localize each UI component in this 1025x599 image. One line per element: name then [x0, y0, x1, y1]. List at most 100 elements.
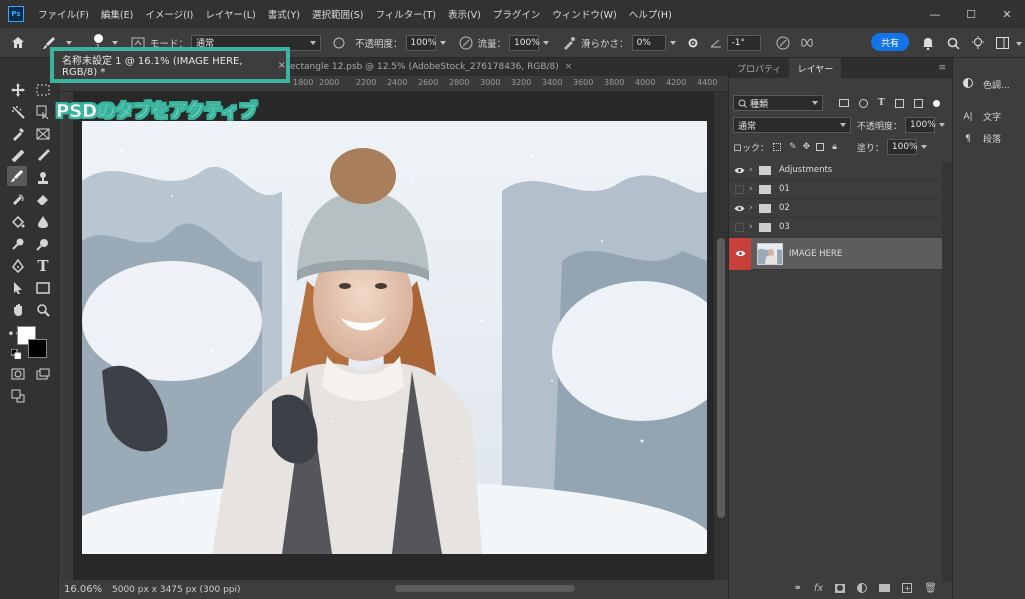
side-item-adjustments[interactable]: 色調... — [961, 78, 1010, 91]
lock-position-icon[interactable]: ✥ — [803, 142, 811, 152]
vertical-scroll-thumb[interactable] — [717, 238, 725, 518]
workspace-layout-icon[interactable] — [995, 36, 1009, 50]
side-item-character[interactable]: A| 文字 — [961, 110, 1001, 124]
pen-tool-icon[interactable] — [8, 256, 28, 276]
brush-size-caret[interactable] — [112, 40, 118, 45]
filter-toggle-icon[interactable] — [932, 99, 940, 107]
brush-tool-icon[interactable] — [7, 166, 27, 186]
panel-menu-icon[interactable]: ≡ — [938, 63, 946, 73]
menu-view[interactable]: 表示(V) — [442, 7, 487, 21]
quick-mask-icon[interactable] — [8, 364, 28, 384]
menu-filter[interactable]: フィルター(T) — [369, 7, 442, 21]
flow-caret[interactable] — [543, 40, 550, 45]
menu-window[interactable]: ウィンドウ(W) — [546, 7, 622, 21]
maximize-button[interactable]: ☐ — [953, 0, 989, 28]
airbrush-icon[interactable] — [557, 36, 581, 50]
hand-tool-icon[interactable] — [8, 300, 28, 320]
menu-image[interactable]: イメージ(I) — [139, 7, 199, 21]
filter-pixel-icon[interactable] — [839, 99, 849, 107]
minimize-button[interactable]: — — [917, 0, 953, 28]
zoom-level[interactable]: 16.06% — [64, 584, 112, 595]
group-expand-chevron-icon[interactable]: › — [749, 222, 759, 232]
menu-plugins[interactable]: プラグイン — [487, 7, 547, 21]
symmetry-butterfly-icon[interactable] — [795, 37, 819, 49]
adjustment-icon[interactable] — [857, 583, 868, 593]
filter-smart-object-icon[interactable] — [913, 98, 923, 108]
visibility-eye-icon[interactable] — [729, 237, 751, 270]
active-tab-close-icon[interactable]: × — [278, 60, 286, 71]
smoothing-input[interactable]: 0% — [631, 34, 666, 51]
tab-rectangle-12[interactable]: ectangle 12.psb @ 12.5% (AdobeStock_2761… — [282, 58, 580, 76]
screen-mode-icon[interactable] — [33, 364, 53, 384]
layer-thumbnail[interactable] — [757, 242, 783, 265]
marquee-tool-icon[interactable] — [33, 80, 53, 100]
path-selection-tool-icon[interactable] — [8, 278, 28, 298]
tablet-pressure-opacity-icon[interactable] — [454, 36, 478, 50]
vertical-scrollbar[interactable] — [714, 92, 728, 580]
dodge-tool-icon[interactable] — [8, 234, 28, 254]
mask-icon[interactable] — [835, 583, 846, 593]
move-tool-icon[interactable] — [8, 80, 28, 100]
tab-properties[interactable]: プロパティ — [729, 58, 789, 78]
angle-input[interactable]: -1° — [726, 34, 761, 51]
filter-type-icon[interactable]: T — [878, 98, 885, 108]
eraser-tool-icon[interactable] — [33, 190, 53, 210]
type-tool-icon[interactable]: T — [33, 256, 53, 276]
group-expand-chevron-icon[interactable]: › — [749, 184, 759, 194]
clone-stamp-tool-icon[interactable] — [33, 168, 53, 188]
group-expand-chevron-icon[interactable]: › — [749, 165, 759, 175]
menu-layer[interactable]: レイヤー(L) — [199, 7, 261, 21]
menu-type[interactable]: 書式(Y) — [262, 7, 306, 21]
horizontal-scroll-thumb[interactable] — [395, 585, 575, 592]
blur-tool-icon[interactable] — [33, 212, 53, 232]
filter-shape-icon[interactable] — [894, 98, 904, 108]
frame-tool-icon[interactable] — [33, 124, 53, 144]
visibility-toggle-empty[interactable] — [729, 184, 749, 194]
canvas-image[interactable] — [82, 121, 707, 554]
lock-transparent-icon[interactable] — [773, 143, 782, 151]
tab-layers[interactable]: レイヤー — [789, 58, 842, 78]
layer-02[interactable]: › 02 — [729, 199, 942, 218]
visibility-toggle-empty[interactable] — [729, 222, 749, 232]
object-selection-tool-icon[interactable] — [8, 102, 28, 122]
pressure-size-icon[interactable] — [771, 36, 795, 50]
workspace-caret[interactable] — [1016, 42, 1022, 46]
group-expand-chevron-icon[interactable]: › — [749, 203, 759, 213]
discover-lightbulb-icon[interactable] — [971, 35, 985, 51]
zoom-tool-icon[interactable] — [33, 300, 53, 320]
zoom-lens-tool-icon[interactable] — [33, 234, 53, 254]
visibility-eye-icon[interactable] — [729, 205, 749, 212]
menu-file[interactable]: ファイル(F) — [32, 7, 95, 21]
history-brush-tool-icon[interactable] — [8, 190, 28, 210]
trash-icon[interactable]: 🗑︎ — [924, 583, 937, 594]
lock-all-icon[interactable]: 🔒︎ — [832, 142, 837, 152]
folder-icon[interactable] — [879, 584, 891, 592]
lock-artboard-icon[interactable] — [816, 143, 825, 151]
layer-01[interactable]: › 01 — [729, 180, 942, 199]
fill-input[interactable]: 100% — [886, 139, 918, 155]
opacity-caret[interactable] — [439, 40, 446, 45]
layer-opacity-input[interactable]: 100% — [905, 117, 936, 133]
side-item-paragraph[interactable]: ¶ 段落 — [961, 132, 1001, 146]
blend-mode-select[interactable]: 通常 — [733, 117, 851, 133]
menu-edit[interactable]: 編集(E) — [95, 7, 139, 21]
artboard-export-icon[interactable] — [8, 386, 28, 406]
fill-caret[interactable] — [920, 145, 927, 149]
photoshop-logo-icon[interactable]: Ps — [8, 6, 24, 22]
default-colors-icon[interactable] — [10, 348, 22, 360]
layer-opacity-caret[interactable] — [939, 123, 946, 127]
link-icon[interactable]: ⚭ — [793, 583, 801, 594]
smoothing-options-gear-icon[interactable] — [684, 37, 702, 49]
smoothing-caret[interactable] — [669, 40, 676, 45]
home-icon[interactable] — [0, 36, 36, 49]
new-layer-icon[interactable]: + — [902, 583, 913, 593]
brush-preset-dropdown-caret[interactable] — [66, 40, 72, 45]
layer-image-here[interactable]: IMAGE HERE — [729, 237, 942, 270]
visibility-eye-icon[interactable] — [729, 167, 749, 174]
eyedropper-tool-icon[interactable] — [8, 124, 28, 144]
tab-close-icon[interactable]: × — [565, 62, 573, 72]
menu-help[interactable]: ヘルプ(H) — [623, 7, 678, 21]
pressure-opacity-icon[interactable] — [329, 37, 349, 49]
rectangle-tool-icon[interactable] — [33, 278, 53, 298]
close-window-button[interactable]: ✕ — [989, 0, 1025, 28]
